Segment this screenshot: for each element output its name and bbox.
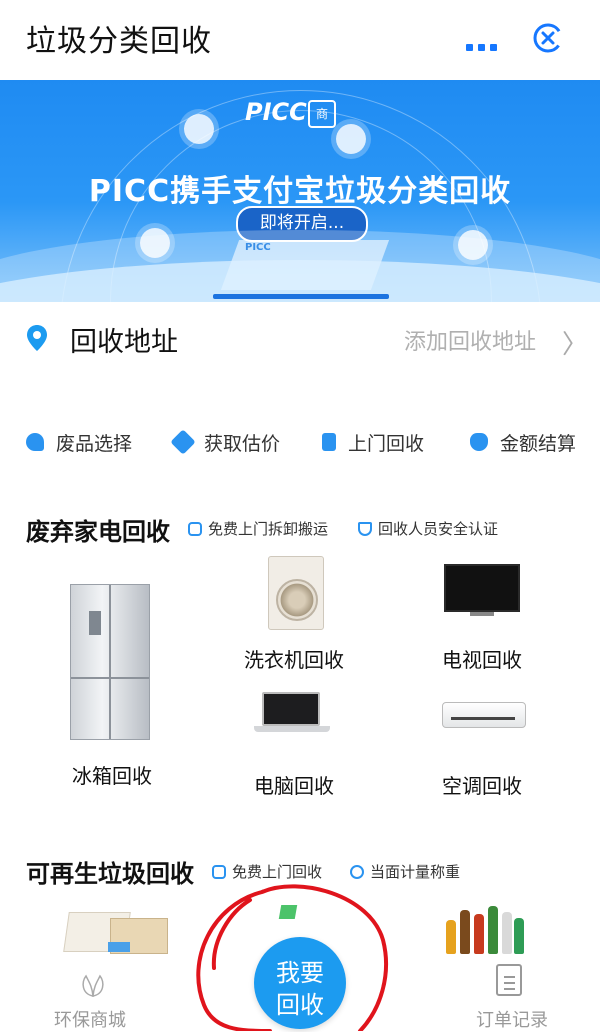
- hand-pointer-icon: [26, 433, 44, 451]
- washer-image[interactable]: [268, 556, 324, 630]
- step-label: 获取估价: [204, 432, 281, 455]
- top-bar: 垃圾分类回收: [0, 0, 600, 78]
- leaf-icon: [82, 974, 104, 997]
- step-item: 获取估价: [170, 422, 281, 462]
- recyclable-item-image: [278, 905, 298, 919]
- fab-label-line1: 我要: [276, 959, 324, 987]
- money-bag-icon: [470, 433, 488, 451]
- feature-tag: 免费上门回收: [212, 861, 322, 882]
- tv-image[interactable]: [444, 564, 520, 612]
- bottle-image: [502, 912, 512, 954]
- feature-tag-label: 当面计量称重: [370, 863, 461, 881]
- feature-tag-label: 回收人员安全认证: [378, 520, 499, 538]
- recycle-now-button[interactable]: 我要 回收: [254, 937, 346, 1029]
- bottle-image: [474, 914, 484, 954]
- platform-label: PICC: [245, 242, 271, 253]
- page-title: 垃圾分类回收: [26, 24, 212, 59]
- shop-logo-icon: 商: [308, 100, 336, 128]
- ac-recycle-item[interactable]: 空调回收: [430, 770, 534, 799]
- bottle-image: [514, 918, 524, 954]
- bottle-image: [488, 906, 498, 954]
- recyclable-section-title: 可再生垃圾回收: [26, 860, 194, 888]
- banner-headline: PICC携手支付宝垃圾分类回收: [88, 174, 512, 209]
- chevron-right-icon[interactable]: 〉: [562, 324, 588, 361]
- shield-icon: [358, 521, 372, 536]
- laptop-image[interactable]: [262, 692, 320, 726]
- address-row[interactable]: 回收地址 添加回收地址 〉: [0, 306, 600, 366]
- tab-label: 订单记录: [476, 1010, 548, 1031]
- more-menu-button[interactable]: [466, 36, 502, 51]
- picc-logo: PICC: [245, 98, 307, 126]
- step-label: 上门回收: [348, 432, 425, 455]
- computer-recycle-item[interactable]: 电脑回收: [242, 770, 346, 799]
- fridge-image[interactable]: [70, 584, 150, 740]
- paper-label: [108, 942, 130, 952]
- step-label: 废品选择: [56, 432, 133, 455]
- washer-recycle-item[interactable]: 洗衣机回收: [234, 644, 354, 673]
- step-label: 金额结算: [500, 432, 577, 455]
- tab-label: 环保商城: [54, 1010, 126, 1031]
- location-pin-icon: [27, 325, 47, 351]
- tab-order-history[interactable]: 订单记录: [458, 962, 568, 1031]
- feature-tag-label: 免费上门回收: [232, 863, 323, 881]
- add-address-link[interactable]: 添加回收地址: [404, 324, 536, 356]
- book-icon: [322, 433, 336, 451]
- promo-banner[interactable]: PICC 商 PICC携手支付宝垃圾分类回收 即将开启... PICC: [0, 80, 600, 302]
- air-conditioner-image[interactable]: [442, 702, 526, 728]
- recycle-icon: [336, 124, 366, 154]
- step-item: 废品选择: [26, 422, 132, 462]
- home-icon: [188, 521, 202, 536]
- bottle-image[interactable]: [446, 920, 456, 954]
- tv-stand: [470, 612, 494, 616]
- feature-tag: 免费上门拆卸搬运: [188, 518, 328, 539]
- gear-icon: [184, 114, 214, 144]
- carousel-indicator: [213, 294, 389, 299]
- fab-label-line2: 回收: [276, 991, 324, 1019]
- tv-recycle-item[interactable]: 电视回收: [430, 644, 534, 673]
- address-label: 回收地址: [70, 327, 178, 358]
- tab-eco-mall[interactable]: 环保商城: [40, 966, 150, 1031]
- close-icon[interactable]: [532, 22, 564, 54]
- feature-tag: 回收人员安全认证: [358, 518, 498, 539]
- appliance-section-title: 废弃家电回收: [26, 518, 170, 546]
- door-icon: [212, 864, 226, 879]
- feature-tag: 当面计量称重: [350, 861, 460, 882]
- step-item: 金额结算: [470, 422, 576, 462]
- process-steps: 废品选择 获取估价 上门回收 金额结算: [0, 422, 600, 462]
- step-item: 上门回收: [322, 422, 424, 462]
- fridge-recycle-item[interactable]: 冰箱回收: [60, 760, 164, 789]
- document-icon: [496, 964, 522, 996]
- scale-icon: [350, 864, 364, 879]
- bottle-image: [460, 910, 470, 954]
- laptop-base: [254, 726, 330, 732]
- tag-icon: [170, 429, 196, 455]
- feature-tag-label: 免费上门拆卸搬运: [208, 520, 329, 538]
